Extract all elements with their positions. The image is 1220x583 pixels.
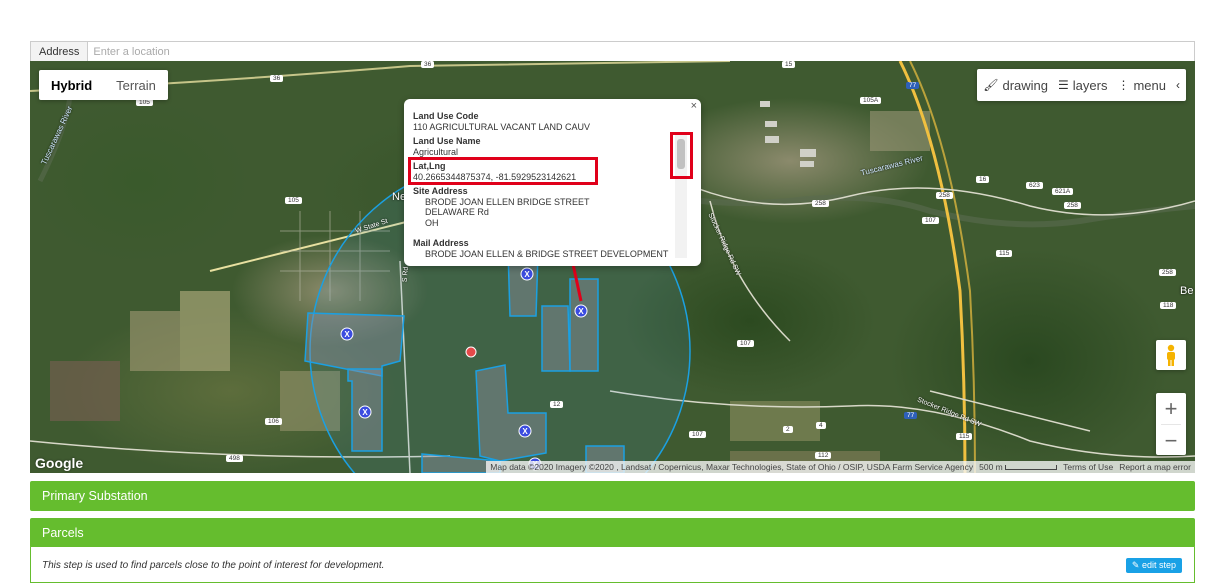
- land-use-code-value: 110 AGRICULTURAL VACANT LAND CAUV: [413, 121, 591, 132]
- menu-label: menu: [1133, 77, 1166, 93]
- latlng-highlight: [408, 157, 598, 185]
- drawing-label: drawing: [1002, 77, 1049, 93]
- report-error-link[interactable]: Report a map error: [1119, 462, 1191, 472]
- site-address-line: DELAWARE Rd: [425, 207, 489, 217]
- pegman-icon: [1167, 344, 1175, 366]
- layers-button[interactable]: ☰ layers: [1058, 78, 1107, 93]
- google-logo: Google: [35, 455, 84, 471]
- road-label: S Rd: [401, 266, 410, 283]
- road-label: W State St: [354, 218, 389, 235]
- scale-bar: 500 m: [979, 462, 1058, 472]
- parcels-panel-body: This step is used to find parcels close …: [30, 547, 1195, 583]
- chevron-left-icon: ‹: [1176, 78, 1180, 92]
- site-address-label: Site Address: [413, 186, 468, 196]
- edit-step-label: edit step: [1141, 560, 1176, 570]
- site-address-line: BRODE JOAN ELLEN BRIDGE STREET: [425, 196, 590, 207]
- parcels-description: This step is used to find parcels close …: [42, 560, 385, 571]
- zoom-in-button[interactable]: +: [1156, 393, 1186, 424]
- attribution-text: Map data ©2020 Imagery ©2020 , Landsat /…: [490, 462, 974, 472]
- panel-title: Primary Substation: [42, 489, 148, 503]
- river-label: Tuscarawas River: [39, 104, 75, 167]
- menu-button[interactable]: ⋮ menu: [1117, 78, 1166, 93]
- road-label: Stocker Ridge Rd SW: [916, 396, 982, 429]
- zoom-out-button[interactable]: −: [1156, 425, 1186, 456]
- scrollbar-highlight: [670, 132, 693, 179]
- address-label: Address: [31, 42, 89, 61]
- parcels-panel[interactable]: Parcels: [30, 518, 1195, 548]
- map-attribution: Map data ©2020 Imagery ©2020 , Landsat /…: [486, 461, 1195, 473]
- map-type-control: Hybrid Terrain: [39, 70, 168, 100]
- map[interactable]: XX XX XX 36 36 15 105 105 77 105A 258 25…: [30, 61, 1195, 473]
- address-input[interactable]: [88, 42, 1194, 61]
- edit-step-button[interactable]: ✎ edit step: [1125, 558, 1182, 573]
- map-toolbar: 🖌︎ drawing ☰ layers ⋮ menu ‹: [977, 69, 1186, 101]
- address-bar: Address: [30, 41, 1195, 61]
- drawing-button[interactable]: 🖌︎ drawing: [983, 78, 1048, 93]
- brush-icon: 🖌︎: [983, 78, 999, 92]
- place-label: Be: [1180, 285, 1194, 297]
- pencil-icon: ✎: [1131, 560, 1140, 570]
- river-label: Tuscarawas River: [859, 153, 924, 178]
- layers-icon: ☰: [1058, 78, 1069, 92]
- street-view-pegman[interactable]: [1156, 340, 1186, 370]
- site-address-line: OH: [425, 217, 439, 228]
- primary-substation-panel[interactable]: Primary Substation: [30, 481, 1195, 511]
- map-type-terrain[interactable]: Terrain: [104, 70, 168, 100]
- road-label: Stocker Ridge Rd SW: [706, 212, 742, 277]
- mail-address-line: BRODE JOAN ELLEN & BRIDGE STREET DEVELOP…: [425, 248, 669, 258]
- zoom-control: + −: [1156, 393, 1186, 455]
- terms-link[interactable]: Terms of Use: [1063, 462, 1113, 472]
- land-use-name-label: Land Use Name: [413, 136, 481, 146]
- mail-address-label: Mail Address: [413, 238, 469, 248]
- land-use-code-label: Land Use Code: [413, 111, 479, 121]
- kebab-icon: ⋮: [1117, 78, 1130, 92]
- land-use-name-value: Agricultural: [413, 146, 459, 157]
- panel-title: Parcels: [42, 526, 84, 540]
- collapse-button[interactable]: ‹: [1176, 78, 1180, 92]
- map-type-hybrid[interactable]: Hybrid: [39, 70, 104, 100]
- layers-label: layers: [1072, 77, 1108, 93]
- close-icon[interactable]: ×: [691, 100, 697, 112]
